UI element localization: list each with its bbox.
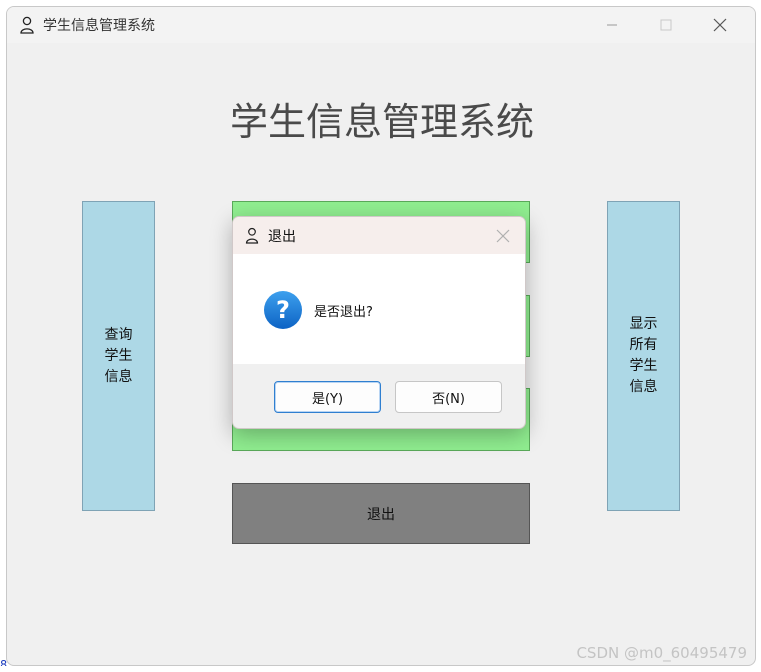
minimize-button[interactable] (589, 7, 635, 43)
dialog-title: 退出 (268, 229, 296, 245)
close-icon (713, 18, 727, 32)
user-icon (20, 16, 34, 34)
screen: 8, rely=0.7, relwidth=0.7, relheight=0.0… (0, 0, 761, 672)
yes-button[interactable]: 是(Y) (274, 381, 381, 413)
window-title: 学生信息管理系统 (43, 18, 155, 34)
question-icon: ? (264, 291, 302, 329)
exit-button[interactable]: 退出 (232, 483, 530, 544)
page-title: 学生信息管理系统 (229, 100, 534, 144)
no-button[interactable]: 否(N) (395, 381, 502, 413)
window-titlebar[interactable]: 学生信息管理系统 (7, 7, 755, 43)
query-student-button[interactable]: 查询 学生 信息 (82, 201, 155, 511)
exit-confirm-dialog: 退出 ? 是否退出? 是(Y) 否(N) (232, 216, 526, 429)
dialog-close-icon[interactable] (495, 228, 511, 244)
maximize-icon (660, 19, 672, 31)
dialog-body: ? 是否退出? (233, 254, 525, 364)
close-button[interactable] (697, 7, 743, 43)
dialog-message: 是否退出? (314, 305, 373, 320)
minimize-icon (607, 24, 617, 26)
maximize-button[interactable] (643, 7, 689, 43)
show-all-students-button[interactable]: 显示 所有 学生 信息 (607, 201, 680, 511)
user-icon (245, 227, 259, 244)
watermark: CSDN @m0_60495479 (576, 644, 747, 662)
svg-text:?: ? (276, 296, 290, 324)
dialog-titlebar[interactable]: 退出 (233, 217, 525, 254)
